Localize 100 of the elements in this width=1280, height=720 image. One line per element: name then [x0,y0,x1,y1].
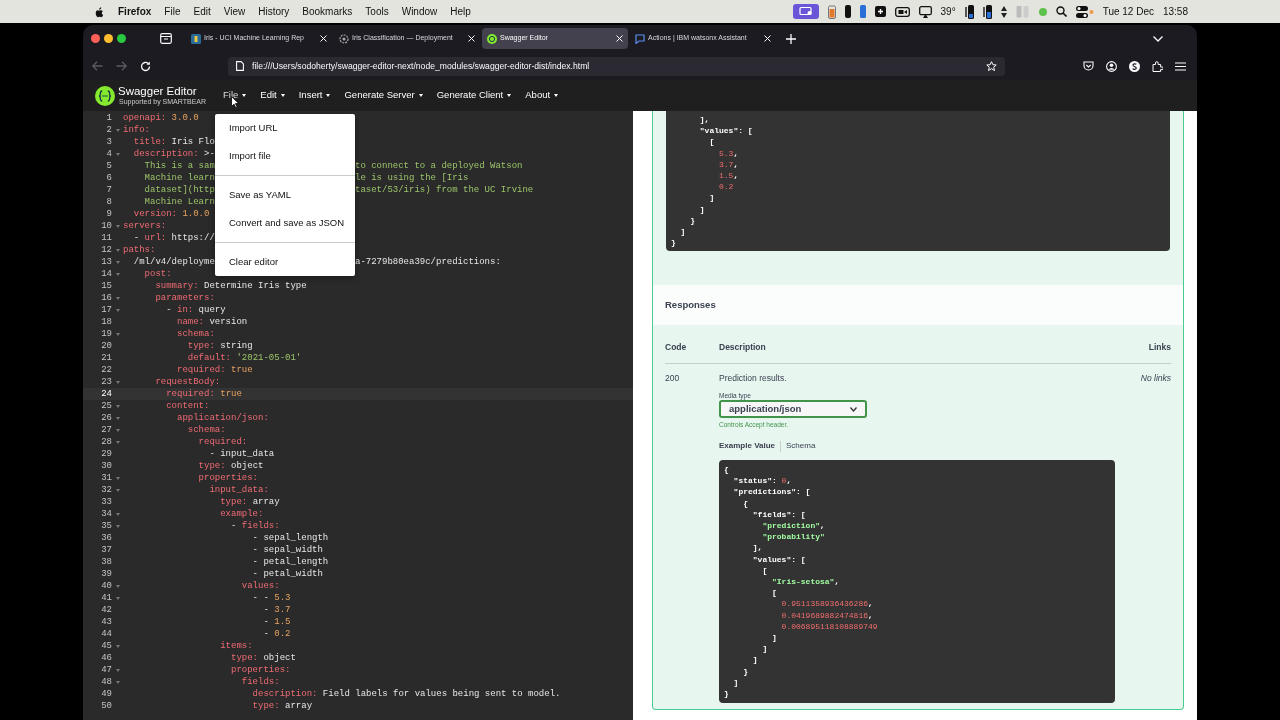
media-type-select[interactable]: application/json [719,400,867,419]
caret-icon [418,94,423,97]
line-number: 39 [100,568,112,580]
fold-icon[interactable] [115,524,120,528]
code-line: "fields": [ [751,508,807,520]
tab[interactable]: Schema [781,440,821,452]
code-text: - 3.7 [262,604,291,616]
code-line: ], [751,542,764,554]
video-camera-icon[interactable] [894,6,910,17]
zoom-window-button[interactable] [117,34,126,43]
monitor-user-icon[interactable] [792,4,819,19]
favicon-icon [487,33,497,44]
dropdown-item[interactable]: Convert and save as JSON [215,209,355,237]
dropdown-item[interactable]: Clear editor [215,248,355,276]
code-text: dataset](http [143,185,215,195]
fold-icon[interactable] [115,272,120,276]
code-line: 0.0419689882474816, [780,609,874,621]
fold-icon[interactable] [115,260,120,264]
up-down-arrows-icon[interactable] [1000,5,1007,18]
table-cell-text: No links [1139,371,1171,385]
fold-icon[interactable] [115,152,120,156]
fold-icon[interactable] [115,308,120,312]
code-text: application/json: [176,412,269,424]
menu-button[interactable]: About [525,88,559,103]
menu-icon[interactable] [1175,61,1186,71]
menu-item[interactable]: Edit [193,4,211,19]
chevron-down-icon[interactable] [1153,35,1163,42]
fold-icon[interactable] [115,488,120,492]
code-text: properties: [230,664,291,676]
fold-icon[interactable] [115,668,120,672]
mouse-pointer-icon [231,96,239,108]
back-icon[interactable] [92,61,103,71]
fold-icon[interactable] [115,428,120,432]
code-text: schema: [176,328,215,340]
menu-item[interactable]: History [258,4,290,19]
code-text: le is using the [Iris [355,173,469,183]
menu-item[interactable]: File [164,4,181,19]
address-bar[interactable]: file:///Users/sodoherty/swagger-editor-next/node_modules/swagger-editor-dist/index.html [228,56,1005,76]
close-icon[interactable] [320,35,327,42]
account-icon[interactable] [1106,60,1117,72]
fold-icon[interactable] [115,440,120,444]
fold-icon[interactable] [115,596,120,600]
menu-item[interactable]: View [223,4,246,19]
fold-icon[interactable] [115,644,120,648]
line-number: 24 [100,388,112,400]
fold-icon[interactable] [115,512,120,516]
menu-item[interactable]: Window [401,4,438,19]
date-text: Tue 12 Dec [1102,5,1154,19]
plus-icon[interactable] [786,33,796,44]
fold-icon[interactable] [115,224,120,228]
close-icon[interactable] [764,35,771,42]
memory-meter-icon[interactable] [982,4,992,19]
control-toggle-icon[interactable] [1075,5,1094,18]
forward-icon[interactable] [116,61,127,71]
dropdown-item[interactable]: Save as YAML [215,181,355,209]
menu-button[interactable]: Generate Client [436,88,512,103]
fold-icon[interactable] [115,476,120,480]
fold-icon[interactable] [115,296,120,300]
fold-icon[interactable] [115,332,120,336]
fold-icon[interactable] [115,248,120,252]
close-icon[interactable] [468,35,475,42]
menu-item[interactable]: Help [450,4,471,19]
fold-icon[interactable] [115,584,120,588]
menu-item[interactable]: Tools [365,4,389,19]
code-line: [ [708,136,716,148]
extension-badge-icon[interactable] [1129,60,1140,72]
star-icon[interactable] [986,60,997,72]
menu-item[interactable]: Bookmarks [302,4,353,19]
pocket-icon[interactable] [1083,61,1094,71]
code-text: description: >- [132,148,215,160]
search-icon[interactable] [1055,6,1067,17]
code-text: - url: https:// [132,232,215,244]
display-icon[interactable] [918,5,932,18]
menu-button[interactable]: Edit [260,88,285,103]
close-window-button[interactable] [91,34,100,43]
line-number: 20 [100,340,112,352]
code-line: ] [761,643,769,655]
fold-icon[interactable] [115,404,120,408]
code-text: items: [219,640,253,652]
code-line: 3.7, [718,158,740,170]
fold-icon[interactable] [115,380,120,384]
code-line: ] [708,192,716,204]
cpu-meter-icon[interactable] [964,4,974,19]
phone-icon[interactable] [844,5,851,18]
tab[interactable]: Example Value [719,440,781,452]
app-menu[interactable]: Firefox [118,4,152,19]
fold-icon[interactable] [115,128,120,132]
dropdown-item[interactable]: Import URL [215,114,355,142]
reload-icon[interactable] [140,60,151,72]
fold-icon[interactable] [115,680,120,684]
sidebar-icon[interactable] [160,33,172,44]
menu-button[interactable]: Insert [298,88,331,103]
menu-button[interactable]: Generate Server [344,88,423,103]
apple-icon[interactable] [94,5,105,18]
fold-icon[interactable] [115,416,120,420]
minimize-window-button[interactable] [104,34,113,43]
line-number: 50 [100,700,112,712]
puzzle-icon[interactable] [1152,60,1163,72]
close-icon[interactable] [616,35,623,42]
dropdown-item[interactable]: Import file [215,142,355,170]
